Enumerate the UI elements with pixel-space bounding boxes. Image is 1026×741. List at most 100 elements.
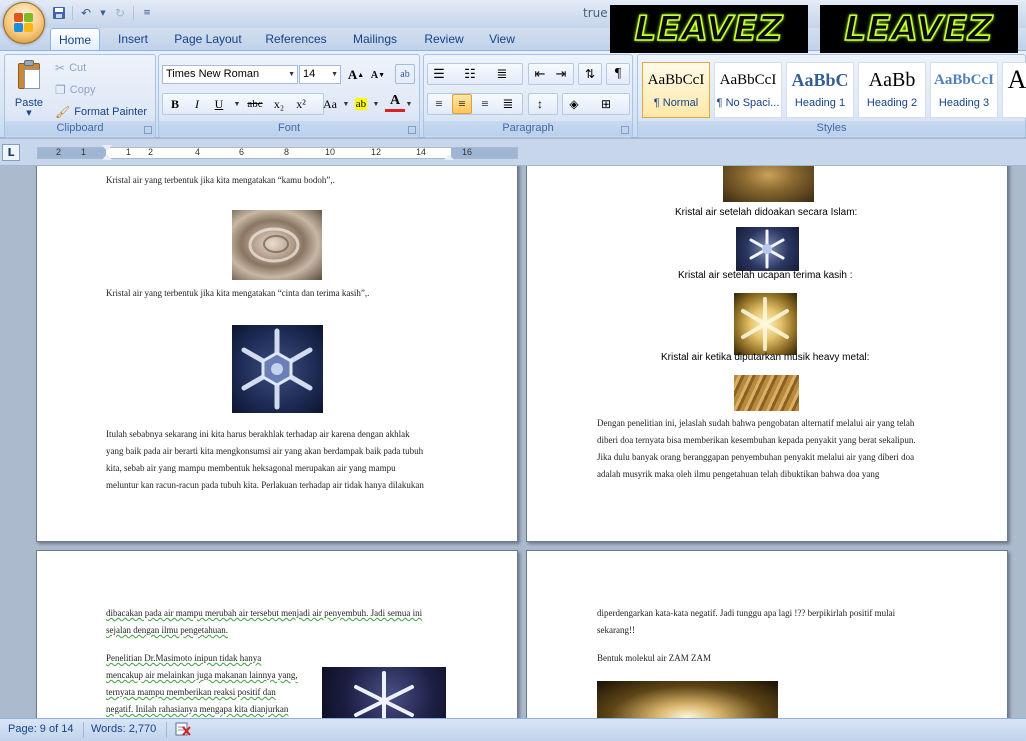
- style-heading-2[interactable]: AaBb Heading 2: [858, 62, 926, 118]
- word-count-status[interactable]: Words: 2,770: [91, 723, 156, 735]
- highlight-dropdown-icon[interactable]: ▼: [371, 94, 381, 114]
- ruler-number: 1: [81, 147, 87, 157]
- grow-font-button[interactable]: A ▲: [346, 65, 366, 85]
- font-color-icon[interactable]: A: [385, 92, 405, 112]
- tab-references[interactable]: References: [262, 28, 330, 50]
- superscript-button[interactable]: x²: [291, 94, 311, 114]
- copy-icon: ❐: [55, 83, 66, 97]
- document-area[interactable]: Kristal air yang terbentuk jika kita men…: [0, 166, 1026, 718]
- subscript-button[interactable]: x₂: [269, 94, 289, 114]
- style-name: ¶ No Spaci...: [716, 97, 780, 109]
- page9-body-line: kita, sebab air yang mampu membentuk hek…: [106, 463, 396, 473]
- page-11[interactable]: dibacakan pada air mampu merubah air ter…: [36, 550, 518, 718]
- paste-button[interactable]: Paste ▼: [11, 59, 47, 123]
- align-right-icon[interactable]: ≡: [475, 94, 495, 114]
- font-size-select[interactable]: 14 ▼: [299, 65, 341, 84]
- ruler-number: 2: [148, 147, 154, 157]
- dialog-launcher-icon[interactable]: [621, 126, 629, 134]
- ruler-bar: L 2 1 1 2 4 6 8 10 12 14 16: [0, 139, 1026, 166]
- style-sample: AaBb: [868, 69, 916, 91]
- bold-button[interactable]: B: [165, 94, 185, 114]
- crystal-photo: [232, 210, 322, 280]
- page12-body-line: diperdengarkan kata-kata negatif. Jadi t…: [597, 608, 896, 618]
- style-no-spacing[interactable]: AaBbCcI ¶ No Spaci...: [714, 62, 782, 118]
- banner-text: LEAVEZ: [634, 8, 784, 50]
- tab-view[interactable]: View: [482, 28, 522, 50]
- font-color-dropdown-icon[interactable]: ▼: [404, 94, 414, 114]
- page-count-status[interactable]: Page: 9 of 14: [8, 723, 73, 735]
- font-family-select[interactable]: Times New Roman ▼: [162, 65, 298, 84]
- proofing-icon[interactable]: [174, 721, 192, 740]
- tab-page-layout[interactable]: Page Layout: [170, 28, 246, 50]
- shading-icon[interactable]: ◈: [564, 94, 584, 114]
- underline-button[interactable]: U: [209, 94, 229, 114]
- right-indent-marker[interactable]: [444, 154, 454, 160]
- undo-icon[interactable]: ↶: [77, 4, 95, 22]
- numbering-icon[interactable]: ☷: [460, 64, 480, 84]
- tab-review[interactable]: Review: [420, 28, 468, 50]
- align-left-icon[interactable]: ≡: [429, 94, 449, 114]
- paste-icon: [16, 59, 42, 89]
- tab-mailings[interactable]: Mailings: [346, 28, 404, 50]
- tab-home[interactable]: Home: [50, 28, 100, 50]
- copy-button[interactable]: ❐ Copy: [55, 81, 95, 99]
- customize-qat-icon[interactable]: ≡: [138, 4, 156, 22]
- borders-icon[interactable]: ⊞: [596, 94, 616, 114]
- strikethrough-button[interactable]: abc: [243, 94, 267, 114]
- horizontal-ruler[interactable]: 2 1 1 2 4 6 8 10 12 14 16: [37, 145, 518, 160]
- show-formatting-icon[interactable]: ¶: [608, 64, 628, 84]
- page10-body-line: diberi doa ternyata bisa memberikan kese…: [597, 435, 916, 445]
- style-heading-1[interactable]: AaBbC Heading 1: [786, 62, 854, 118]
- style-sample: AaBbC: [791, 70, 849, 90]
- tab-selector-icon[interactable]: L: [2, 144, 20, 161]
- status-separator: [83, 722, 84, 738]
- ruler-number: 8: [284, 147, 290, 157]
- justify-icon[interactable]: ≣: [498, 94, 518, 114]
- style-heading-3[interactable]: AaBbCcI Heading 3: [930, 62, 998, 118]
- redo-icon[interactable]: ↻: [111, 4, 129, 22]
- save-icon[interactable]: [50, 4, 68, 22]
- format-painter-button[interactable]: 🖌 Format Painter: [55, 103, 147, 121]
- style-sample: AaBbCcI: [719, 72, 777, 88]
- style-normal[interactable]: AaBbCcI ¶ Normal: [642, 62, 710, 118]
- dialog-launcher-icon[interactable]: [408, 126, 416, 134]
- ruler-number: 6: [239, 147, 245, 157]
- ruler-number: 4: [195, 147, 201, 157]
- bullets-icon[interactable]: ☰: [429, 64, 449, 84]
- page-12[interactable]: diperdengarkan kata-kata negatif. Jadi t…: [526, 550, 1008, 718]
- ruler-right-margin: [451, 148, 517, 158]
- page-10[interactable]: Kristal air setelah didoakan secara Isla…: [526, 166, 1008, 542]
- cut-button[interactable]: ✂ Cut: [55, 59, 86, 77]
- multilevel-list-icon[interactable]: ≣: [492, 64, 512, 84]
- zamzam-caption: Bentuk molekul air ZAM ZAM: [597, 653, 711, 663]
- style-name: Heading 3: [938, 97, 990, 109]
- increase-indent-icon[interactable]: ⇥: [551, 64, 571, 84]
- decrease-indent-icon[interactable]: ⇤: [530, 64, 550, 84]
- paste-label: Paste: [14, 97, 44, 109]
- tab-insert[interactable]: Insert: [110, 28, 156, 50]
- align-center-icon[interactable]: ≡: [452, 94, 472, 114]
- page-9[interactable]: Kristal air yang terbentuk jika kita men…: [36, 166, 518, 542]
- paste-dropdown-icon[interactable]: ▼: [11, 109, 47, 117]
- status-bar: Page: 9 of 14 Words: 2,770: [0, 718, 1026, 741]
- change-case-button[interactable]: Aa: [317, 94, 343, 114]
- office-button[interactable]: [3, 2, 45, 44]
- line-spacing-icon[interactable]: ↕: [530, 94, 550, 114]
- crystal-photo: [723, 166, 814, 202]
- clear-formatting-icon[interactable]: ab: [395, 64, 415, 84]
- shrink-font-button[interactable]: A ▼: [368, 65, 388, 85]
- sort-icon[interactable]: ⇅: [580, 64, 600, 84]
- page9-body-line: yang baik pada air berarti kita mengkons…: [106, 446, 424, 456]
- style-title[interactable]: A: [1002, 62, 1026, 118]
- change-case-dropdown-icon[interactable]: ▼: [341, 94, 351, 114]
- left-indent-marker[interactable]: [102, 154, 112, 160]
- page11-para-line: Penelitian Dr.Masimoto inipun tidak hany…: [106, 653, 262, 663]
- highlight-icon[interactable]: ab: [351, 94, 371, 114]
- font-size-value: 14: [303, 68, 316, 80]
- ruler-number: 2: [56, 147, 62, 157]
- dialog-launcher-icon[interactable]: [144, 126, 152, 134]
- italic-button[interactable]: I: [187, 94, 207, 114]
- dropdown-arrow-icon[interactable]: ▼: [99, 4, 107, 22]
- crystal-caption-islam: Kristal air setelah didoakan secara Isla…: [675, 207, 858, 218]
- first-line-indent-marker[interactable]: [102, 145, 112, 151]
